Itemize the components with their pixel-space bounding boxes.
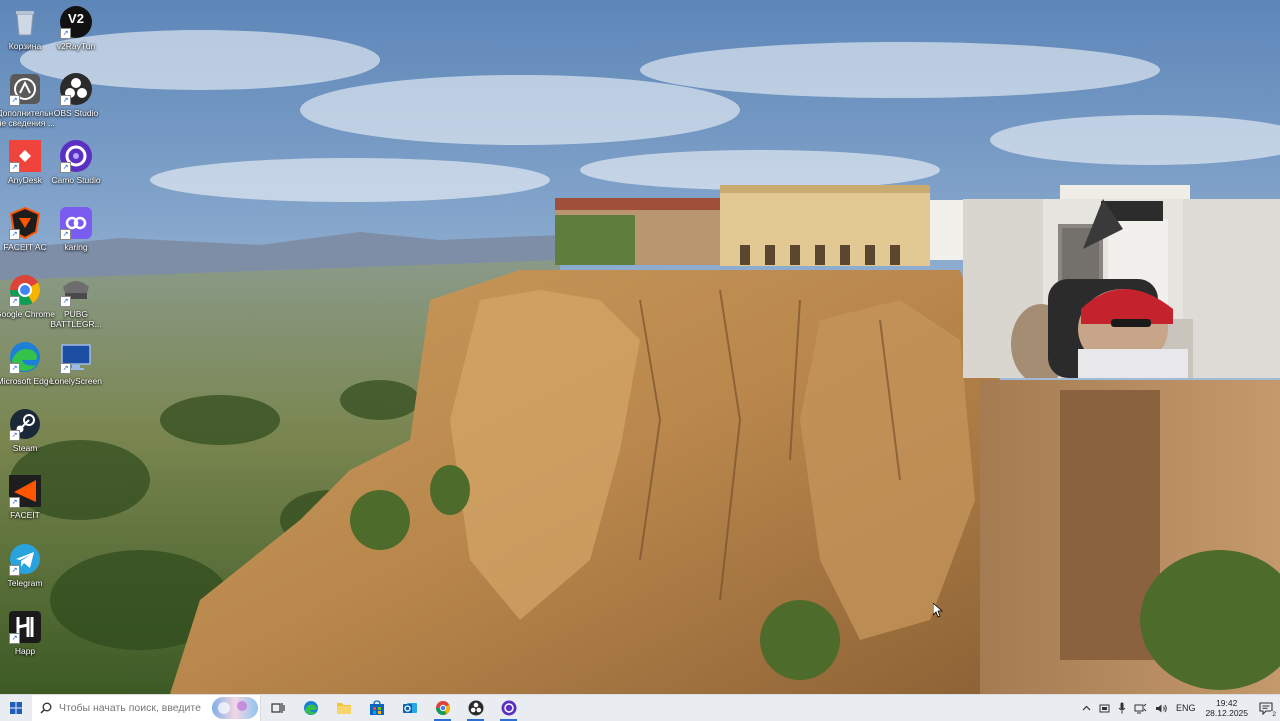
shortcut-arrow-icon: ↗ (60, 162, 71, 173)
desktop-icon-label: PUBG BATTLEGR... (50, 309, 102, 329)
shortcut-arrow-icon: ↗ (60, 363, 71, 374)
telegram-icon: ↗ (8, 542, 42, 576)
shortcut-arrow-icon: ↗ (9, 430, 20, 441)
obs-icon (468, 700, 483, 716)
camo-shortcut[interactable]: ↗ Camo Studio (45, 139, 107, 185)
desktop-icon-label: Camo Studio (51, 175, 101, 185)
shortcut-arrow-icon: ↗ (60, 296, 71, 307)
desktop-icon-label: v2RayTun (56, 41, 96, 51)
lonelyscreen-icon: ↗ (59, 340, 93, 374)
faceit-shortcut[interactable]: ↗ FACEIT (0, 474, 56, 520)
search-icon (40, 702, 52, 714)
faceit-icon: ↗ (8, 474, 42, 508)
device-icon (1099, 704, 1110, 712)
shortcut-arrow-icon: ↗ (9, 229, 20, 240)
clock-time: 19:42 (1216, 698, 1238, 708)
taskbar-store-button[interactable] (360, 695, 393, 721)
shortcut-arrow-icon: ↗ (60, 95, 71, 106)
karing-icon: ↗ (59, 206, 93, 240)
tray-overflow-button[interactable] (1078, 695, 1095, 721)
shortcut-arrow-icon: ↗ (9, 565, 20, 576)
task-view-button[interactable] (261, 695, 294, 721)
happ-icon: ↗ (8, 610, 42, 644)
chrome-icon: ↗ (8, 273, 42, 307)
chevron-up-icon (1082, 705, 1091, 711)
outlook-icon (402, 703, 417, 713)
pubg-shortcut[interactable]: ↗ PUBG BATTLEGR... (45, 273, 107, 329)
search-highlight-icon (212, 697, 258, 719)
karing-shortcut[interactable]: ↗ karing (45, 206, 107, 252)
faceit-ac-icon: ↗ (8, 206, 42, 240)
tray-volume-button[interactable] (1151, 695, 1172, 721)
taskbar-camo-button[interactable] (492, 695, 525, 721)
telegram-shortcut[interactable]: ↗ Telegram (0, 542, 56, 588)
language-label: ENG (1175, 703, 1196, 713)
start-button[interactable] (0, 695, 32, 721)
network-icon (1134, 703, 1147, 713)
taskbar-obs-button[interactable] (459, 695, 492, 721)
taskbar-outlook-button[interactable] (393, 695, 426, 721)
system-tray: ENG 19:42 28.12.2025 2 (1078, 695, 1280, 721)
shortcut-arrow-icon: ↗ (60, 229, 71, 240)
desktop-icon-label: LonelyScreen (50, 376, 102, 386)
taskbar-clock[interactable]: 19:42 28.12.2025 (1199, 698, 1254, 718)
shortcut-arrow-icon: ↗ (60, 28, 71, 39)
chrome-icon (435, 701, 450, 715)
search-input[interactable] (59, 702, 209, 714)
mouse-cursor (932, 602, 944, 623)
volume-icon (1155, 704, 1167, 712)
windows-logo-icon (10, 702, 22, 714)
obs-icon: ↗ (59, 72, 93, 106)
shortcut-arrow-icon: ↗ (9, 296, 20, 307)
obs-shortcut[interactable]: ↗ OBS Studio (45, 72, 107, 118)
camo-icon (501, 700, 516, 716)
steam-icon: ↗ (8, 407, 42, 441)
taskbar: ENG 19:42 28.12.2025 2 (0, 694, 1280, 721)
folder-icon (336, 703, 351, 714)
tray-network-button[interactable] (1130, 695, 1151, 721)
desktop-icon-label: Happ (14, 646, 36, 656)
tray-language-indicator[interactable]: ENG (1172, 695, 1200, 721)
taskbar-file-explorer-button[interactable] (327, 695, 360, 721)
webcam-overlay (963, 199, 1280, 378)
happ-shortcut[interactable]: ↗ Happ (0, 610, 56, 656)
shortcut-arrow-icon: ↗ (9, 363, 20, 374)
clock-date: 28.12.2025 (1205, 708, 1248, 718)
tray-microphone-button[interactable] (1114, 695, 1130, 721)
store-icon (369, 700, 384, 715)
recycle-bin-icon (8, 5, 42, 39)
tray-device-button[interactable] (1095, 695, 1114, 721)
info-icon: ↗ (8, 72, 42, 106)
shortcut-arrow-icon: ↗ (9, 633, 20, 644)
v2raytun-shortcut[interactable]: V2 ↗ v2RayTun (45, 5, 107, 51)
anydesk-icon: ↗ (8, 139, 42, 173)
taskbar-chrome-button[interactable] (426, 695, 459, 721)
desktop-icon-label: OBS Studio (53, 108, 99, 118)
edge-icon: ↗ (8, 340, 42, 374)
action-center-button[interactable]: 2 (1254, 695, 1280, 721)
v2raytun-badge: V2 (68, 11, 84, 26)
desktop-icon-label: FACEIT (10, 510, 40, 520)
notification-count-badge: 2 (1271, 711, 1277, 718)
microphone-icon (1118, 702, 1126, 714)
taskbar-edge-button[interactable] (294, 695, 327, 721)
shortcut-arrow-icon: ↗ (9, 95, 20, 106)
desktop-icon-label: Steam (12, 443, 38, 453)
camo-icon: ↗ (59, 139, 93, 173)
task-view-icon (270, 703, 285, 713)
shortcut-arrow-icon: ↗ (9, 497, 20, 508)
steam-shortcut[interactable]: ↗ Steam (0, 407, 56, 453)
taskbar-search[interactable] (32, 695, 261, 721)
pubg-icon: ↗ (59, 273, 93, 307)
desktop-icon-label: karing (64, 242, 88, 252)
edge-icon (303, 701, 318, 715)
desktop-icon-label: Telegram (7, 578, 43, 588)
shortcut-arrow-icon: ↗ (9, 162, 20, 173)
v2raytun-icon: V2 ↗ (59, 5, 93, 39)
lonelyscreen-shortcut[interactable]: ↗ LonelyScreen (45, 340, 107, 386)
